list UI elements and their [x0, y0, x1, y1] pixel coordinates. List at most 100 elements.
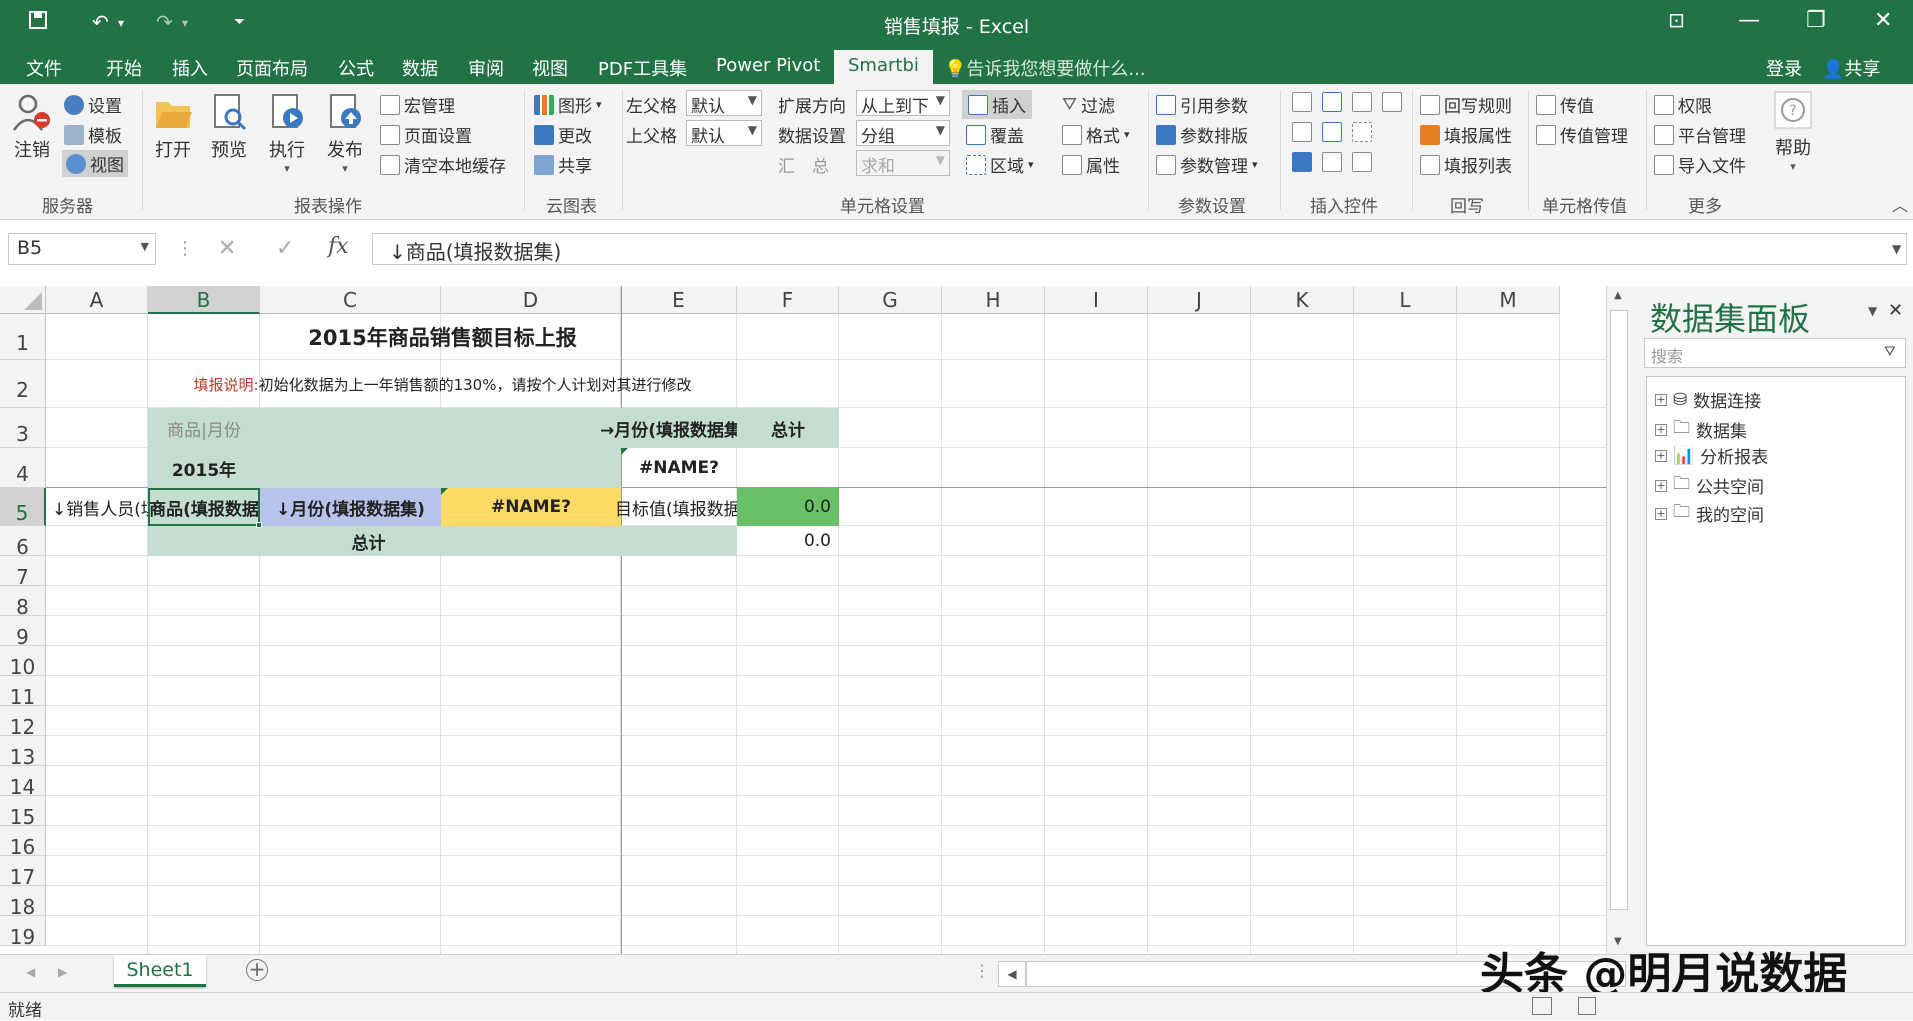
text-control-icon[interactable] [1292, 122, 1312, 142]
format-button[interactable]: 格式 ▾ [1062, 122, 1130, 147]
share-button[interactable]: 👤共享 [1822, 55, 1880, 81]
column-header-d[interactable]: D [441, 286, 621, 314]
column-header-a[interactable]: A [46, 286, 148, 314]
data-setting-select[interactable]: 分组 ▼ [856, 120, 950, 147]
param-layout-button[interactable]: 参数排版 [1156, 122, 1248, 147]
column-header-l[interactable]: L [1354, 286, 1457, 314]
select-all-corner[interactable] [0, 286, 46, 314]
cell-e4[interactable]: #NAME? [621, 448, 737, 488]
tab-review[interactable]: 审阅 [468, 55, 504, 81]
expand-formula-icon[interactable]: ▼ [1892, 242, 1901, 256]
insert-function-icon[interactable]: fx [328, 234, 349, 259]
area-control-icon[interactable] [1352, 122, 1372, 142]
tab-insert[interactable]: 插入 [172, 55, 208, 81]
tree-node-my-space[interactable]: + 🗀 我的空间 [1655, 499, 1764, 528]
region-button[interactable]: 区域 ▾ [966, 152, 1034, 177]
column-header-c[interactable]: C [260, 286, 441, 314]
column-header-h[interactable]: H [942, 286, 1045, 314]
column-header-k[interactable]: K [1251, 286, 1354, 314]
top-parent-select[interactable]: 默认 ▼ [686, 120, 762, 147]
collapse-ribbon-icon[interactable]: ︿ [1892, 192, 1908, 216]
row-header-18[interactable]: 18 [0, 886, 46, 919]
expand-icon[interactable]: + [1655, 507, 1667, 520]
tree-node-dataset[interactable]: + 🗀 数据集 [1655, 415, 1747, 444]
row-header-14[interactable]: 14 [0, 766, 46, 799]
ref-param-button[interactable]: 引用参数 [1156, 92, 1248, 117]
tab-data[interactable]: 数据 [402, 55, 438, 81]
tab-smartbi[interactable]: Smartbi [834, 50, 933, 84]
row-header-6[interactable]: 6 [0, 526, 46, 559]
row-header-15[interactable]: 15 [0, 796, 46, 829]
region-dropdown-icon[interactable]: ▾ [1028, 158, 1034, 171]
cover-mode-button[interactable]: 覆盖 [966, 122, 1024, 147]
row-header-11[interactable]: 11 [0, 676, 46, 709]
change-chart-button[interactable]: 更改 [534, 122, 592, 147]
row-header-9[interactable]: 9 [0, 616, 46, 649]
cell-f6[interactable]: 0.0 [737, 526, 839, 556]
pass-manage-button[interactable]: 传值管理 [1536, 122, 1628, 147]
tree-control-icon[interactable] [1382, 92, 1402, 112]
column-header-m[interactable]: M [1457, 286, 1560, 314]
close-window-icon[interactable]: ✕ [1874, 8, 1892, 33]
help-dropdown-icon[interactable]: ▾ [1770, 160, 1816, 173]
property-button[interactable]: 属性 [1062, 152, 1120, 177]
execute-dropdown-icon[interactable]: ▾ [264, 162, 310, 175]
sheet-next-icon[interactable]: ▶ [58, 965, 67, 979]
sheet-tab-sheet1[interactable]: Sheet1 [114, 955, 206, 987]
permission-button[interactable]: 权限 [1654, 92, 1712, 117]
settings-button[interactable]: 设置 [64, 92, 122, 117]
cell-b3[interactable]: 商品|月份 [148, 408, 260, 448]
date-control-icon[interactable] [1322, 122, 1342, 142]
tab-file[interactable]: 文件 [26, 55, 62, 81]
label-control-icon[interactable] [1352, 152, 1372, 172]
cell-b4[interactable]: 2015年 [148, 448, 260, 488]
tab-pdf-tools[interactable]: PDF工具集 [598, 55, 687, 81]
macro-manage-button[interactable]: 宏管理 [380, 92, 455, 117]
tree-node-analysis-report[interactable]: + 📊 分析报表 [1655, 443, 1768, 468]
param-manage-dropdown-icon[interactable]: ▾ [1252, 158, 1258, 171]
cell-f5[interactable]: 0.0 [737, 488, 839, 526]
formula-input[interactable]: ↓商品(填报数据集) [372, 233, 1907, 265]
publish-dropdown-icon[interactable]: ▾ [322, 162, 368, 175]
logout-button[interactable]: 注销 [10, 92, 54, 162]
row-header-5[interactable]: 5 [0, 488, 46, 526]
preview-button[interactable]: 预览 [206, 92, 252, 162]
checkbox-control-icon[interactable] [1292, 152, 1312, 172]
column-header-g[interactable]: G [839, 286, 942, 314]
cell-c5[interactable]: ↓月份(填报数据集) [260, 488, 441, 526]
cell-a5[interactable]: ↓销售人员(填 [48, 488, 148, 526]
control-icon[interactable] [1292, 92, 1312, 112]
row-header-2[interactable]: 2 [0, 360, 46, 408]
normal-view-icon[interactable] [1532, 997, 1552, 1015]
platform-manage-button[interactable]: 平台管理 [1654, 122, 1746, 147]
vertical-scrollbar[interactable]: ▲ ▼ [1606, 286, 1630, 954]
hscroll-left-icon[interactable]: ◀ [998, 961, 1026, 987]
add-sheet-icon[interactable]: + [246, 959, 268, 981]
dropdown-control-icon[interactable] [1322, 92, 1342, 112]
help-button[interactable]: ? 帮助 ▾ [1770, 90, 1816, 173]
minimize-icon[interactable]: — [1738, 8, 1760, 33]
cell-b5-selected[interactable]: 商品(填报数据 [148, 488, 260, 526]
expand-icon[interactable]: + [1655, 393, 1667, 406]
expand-icon[interactable]: + [1655, 449, 1667, 462]
fill-note[interactable]: 填报说明: 初始化数据为上一年销售额的130%，请按个人计划对其进行修改 [148, 360, 737, 408]
tree-node-public-space[interactable]: + 🗀 公共空间 [1655, 471, 1764, 500]
column-header-i[interactable]: I [1045, 286, 1148, 314]
name-box-dropdown-icon[interactable]: ▼ [141, 240, 149, 253]
tab-split-icon[interactable]: ⋮ [974, 961, 990, 980]
param-manage-button[interactable]: 参数管理 ▾ [1156, 152, 1258, 177]
row-header-13[interactable]: 13 [0, 736, 46, 769]
confirm-formula-icon[interactable]: ✓ [276, 236, 294, 261]
row-header-12[interactable]: 12 [0, 706, 46, 739]
panel-dropdown-icon[interactable]: ▼ [1868, 304, 1877, 318]
row-header-4[interactable]: 4 [0, 448, 46, 488]
chart-dropdown-icon[interactable]: ▾ [596, 98, 602, 111]
panel-search-input[interactable]: 搜索 [1644, 338, 1906, 368]
row-header-10[interactable]: 10 [0, 646, 46, 679]
left-parent-select[interactable]: 默认 ▼ [686, 90, 762, 117]
fill-list-button[interactable]: 填报列表 [1420, 152, 1512, 177]
scroll-up-icon[interactable]: ▲ [1614, 290, 1622, 301]
column-header-f[interactable]: F [737, 286, 839, 314]
insert-mode-button[interactable]: 插入 [962, 90, 1032, 119]
execute-button[interactable]: 执行 ▾ [264, 92, 310, 175]
